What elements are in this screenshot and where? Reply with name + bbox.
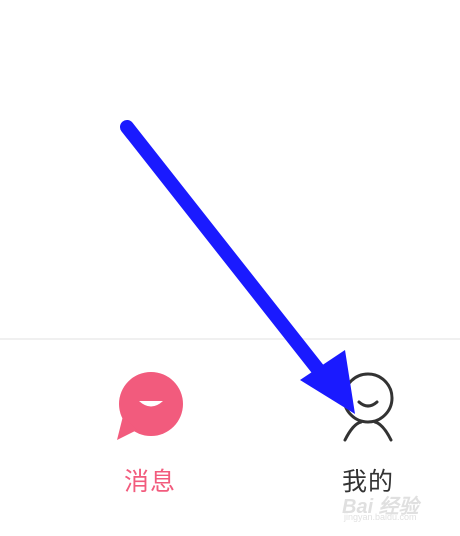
content-area xyxy=(0,0,460,338)
watermark: Bai 经验 jingyan.baidu.com xyxy=(342,490,452,524)
message-bubble-icon xyxy=(117,372,183,440)
tab-mine[interactable]: 我的 xyxy=(298,358,438,508)
watermark-sub: jingyan.baidu.com xyxy=(344,512,417,522)
profile-face-icon xyxy=(342,372,394,442)
tab-messages[interactable]: 消息 xyxy=(80,358,220,508)
tabbar-divider xyxy=(0,338,460,340)
app-screen: 消息 我的 Bai 经验 jingyan.baidu.com xyxy=(0,0,460,536)
tab-messages-label: 消息 xyxy=(123,467,176,496)
